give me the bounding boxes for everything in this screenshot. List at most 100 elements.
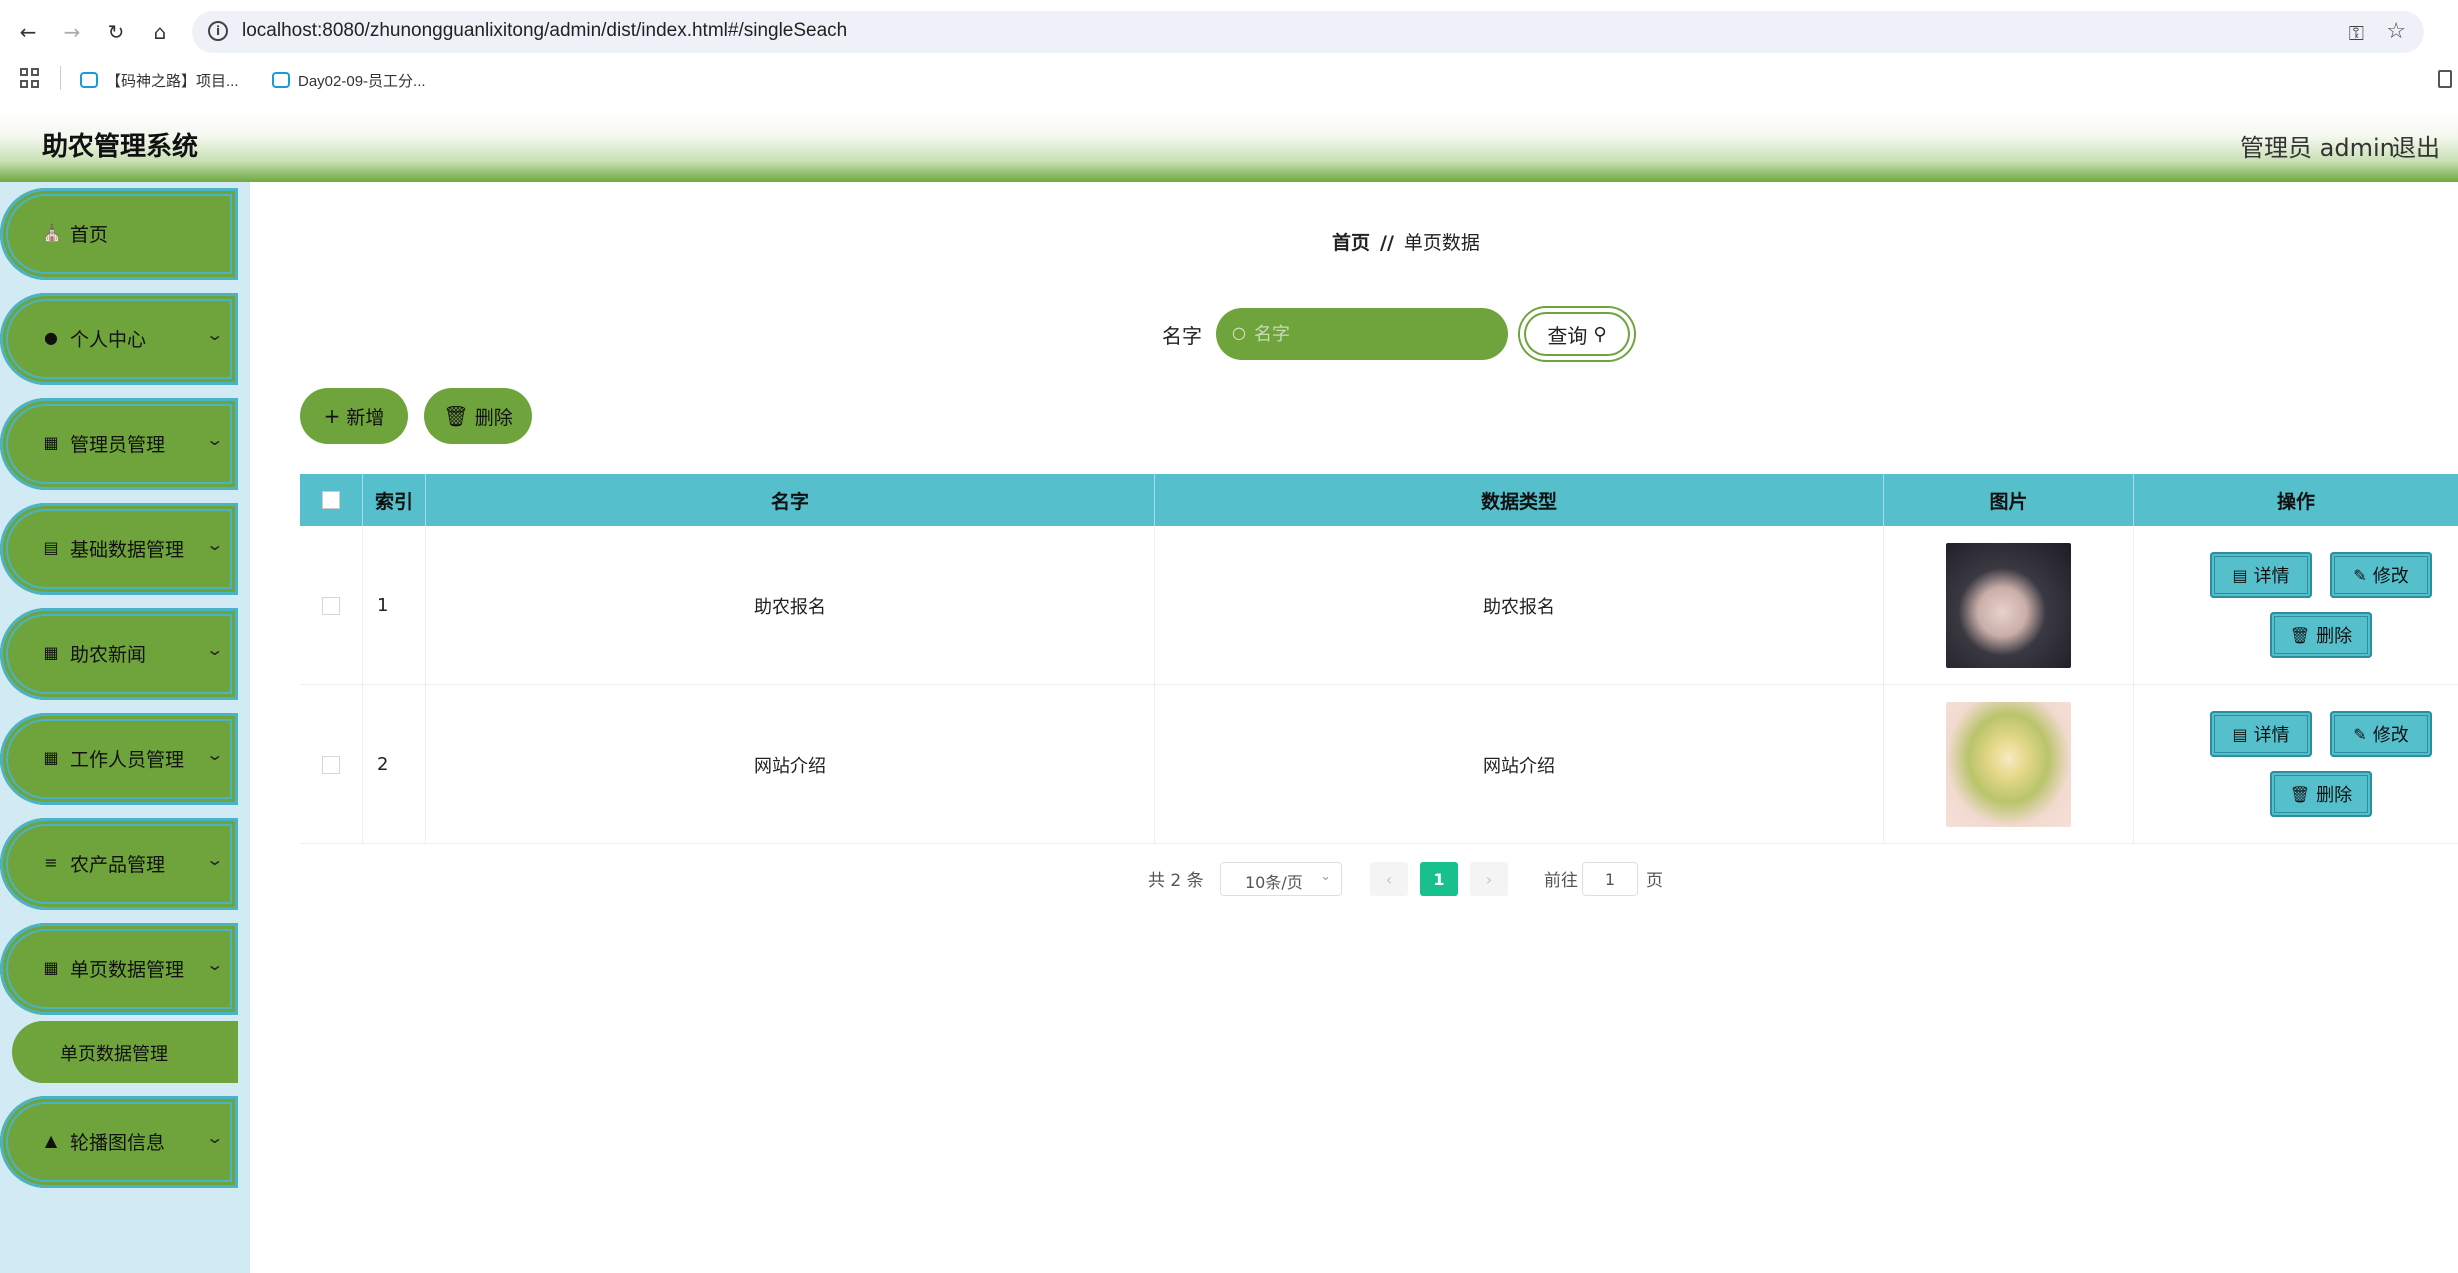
app-title: 助农管理系统 [42,132,199,162]
bookmarks-folder-icon[interactable] [2438,70,2452,88]
breadcrumb: 首页 // 单页数据 [1332,228,1480,255]
star-icon[interactable]: ☆ [2386,19,2406,44]
detail-button[interactable]: ▤ 详情 [2210,711,2312,757]
search-icon: ○ [1232,323,1246,342]
image-cell [1884,526,2134,685]
back-icon[interactable]: ← [14,18,42,46]
apps-icon[interactable] [20,68,40,88]
logout-link[interactable]: 退出 [2392,128,2440,163]
grid-icon: ▦ [43,433,59,452]
grid-icon: ▦ [43,748,59,767]
add-button-label: 新增 [346,406,385,429]
table-row: 1 助农报名 助农报名 ▤ 详情 ✎ 修改 🗑 删除 [300,526,2458,685]
url-text[interactable]: localhost:8080/zhunongguanlixitong/admin… [242,20,847,42]
operations-cell: ▤ 详情 ✎ 修改 🗑 删除 [2134,685,2458,844]
name-cell: 网站介绍 [426,685,1155,844]
grid-icon: ▦ [43,958,59,977]
bilibili-icon [80,72,98,88]
sidebar-subitem-single-page[interactable]: 单页数据管理 [12,1021,238,1083]
chevron-down-icon: ⌄ [205,640,225,659]
sidebar-item-news[interactable]: ▦ 助农新闻 ⌄ [0,608,238,700]
grid-icon: ▦ [43,643,59,662]
sidebar-item-products[interactable]: ≡ 农产品管理 ⌄ [0,818,238,910]
trash-icon: 🗑 [2289,784,2311,804]
edit-button[interactable]: ✎ 修改 [2330,711,2432,757]
next-page-button[interactable]: › [1470,862,1508,896]
sidebar-item-label: 管理员管理 [70,434,166,456]
sidebar-item-basic-data[interactable]: ▤ 基础数据管理 ⌄ [0,503,238,595]
index-cell: 2 [363,685,426,844]
chevron-down-icon: ⌄ [205,955,225,974]
row-image[interactable] [1946,702,2071,827]
bookmark-item-2[interactable]: Day02-09-员工分... [272,68,426,92]
add-button[interactable]: + 新增 [300,388,408,444]
sidebar-item-carousel[interactable]: ▲ 轮播图信息 ⌄ [0,1096,238,1188]
chevron-down-icon: ⌄ [205,1128,225,1147]
bilibili-icon [272,72,290,88]
breadcrumb-home[interactable]: 首页 [1332,232,1370,254]
trash-icon: 🗑 [2289,625,2311,645]
chevron-down-icon: ⌄ [205,430,225,449]
sidebar-item-personal-center[interactable]: ● 个人中心 ⌄ [0,293,238,385]
operations-cell: ▤ 详情 ✎ 修改 🗑 删除 [2134,526,2458,685]
delete-label: 删除 [2316,626,2353,647]
select-all-checkbox[interactable] [322,491,340,509]
search-label: 名字 [1162,324,1202,348]
chart-icon: ▲ [44,1131,58,1150]
document-icon: ▤ [2232,724,2248,744]
edit-label: 修改 [2372,566,2409,587]
sidebar-item-label: 农产品管理 [70,854,166,876]
name-cell: 助农报名 [426,526,1155,685]
sidebar-item-home[interactable]: ⛪ 首页 [0,188,238,280]
delete-button[interactable]: 🗑 删除 [424,388,532,444]
user-icon: ● [44,328,58,347]
column-header: 操作 [2276,490,2315,513]
select-all-cell [300,474,363,526]
search-input[interactable] [1254,318,1494,350]
sidebar-item-single-page[interactable]: ▦ 单页数据管理 ⌄ [0,923,238,1015]
detail-button[interactable]: ▤ 详情 [2210,552,2312,598]
forward-icon[interactable]: → [58,18,86,46]
reload-icon[interactable]: ↻ [102,18,130,46]
page-size-value: 10条/页 [1245,873,1303,892]
sidebar-item-staff-management[interactable]: ▦ 工作人员管理 ⌄ [0,713,238,805]
row-delete-button[interactable]: 🗑 删除 [2270,612,2372,658]
document-icon: ▤ [2232,565,2248,585]
sliders-icon: ≡ [44,853,58,872]
row-checkbox[interactable] [322,755,340,774]
prev-page-button[interactable]: ‹ [1370,862,1408,896]
chevron-down-icon: ⌄ [205,325,225,344]
query-button[interactable]: 查询 ⚲ [1520,308,1634,360]
page-size-select[interactable]: 10条/页 ⌄ [1220,862,1342,896]
admin-username: 管理员 admin [2240,134,2395,162]
row-image[interactable] [1946,543,2071,668]
home-icon[interactable]: ⌂ [146,18,174,46]
page-number-button[interactable]: 1 [1420,862,1458,896]
browser-toolbar: ← → ↻ ⌂ i localhost:8080/zhunongguanlixi… [0,0,2458,64]
bookmark-divider [60,66,61,90]
row-checkbox[interactable] [322,596,340,615]
column-header: 名字 [426,474,1155,526]
delete-button-label: 删除 [474,406,513,429]
bookmark-item-1[interactable]: 【码神之路】项目... [80,68,239,92]
key-icon[interactable]: ⚿ [2349,21,2364,45]
chevron-down-icon: ⌄ [205,850,225,869]
breadcrumb-current: 单页数据 [1403,232,1480,254]
column-header: 索引 [363,474,426,526]
goto-label: 前往 [1544,871,1578,891]
bookmark-label: 【码神之路】项目... [106,72,239,90]
chevron-down-icon: ⌄ [205,535,225,554]
goto-page-input[interactable] [1582,862,1638,896]
row-delete-button[interactable]: 🗑 删除 [2270,771,2372,817]
column-header: 图片 [1884,474,2134,526]
index-cell: 1 [363,526,426,685]
edit-label: 修改 [2372,725,2409,746]
sidebar-item-label: 基础数据管理 [70,539,185,561]
site-info-icon[interactable]: i [208,21,228,41]
search-field[interactable]: ○ [1216,308,1508,360]
chevron-down-icon: ⌄ [1320,869,1331,884]
address-bar[interactable]: i localhost:8080/zhunongguanlixitong/adm… [192,11,2424,53]
edit-button[interactable]: ✎ 修改 [2330,552,2432,598]
detail-label: 详情 [2253,566,2290,587]
sidebar-item-admin-management[interactable]: ▦ 管理员管理 ⌄ [0,398,238,490]
